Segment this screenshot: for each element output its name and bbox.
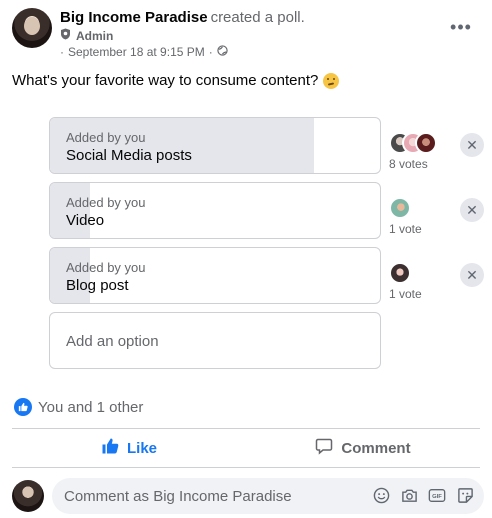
post-header: Big Income Paradise created a poll. Admin… [12,8,482,60]
admin-label: Admin [76,28,114,43]
post-timestamp[interactable]: September 18 at 9:15 PM [68,45,205,59]
comment-composer: Comment as Big Income Paradise GIF [12,478,486,514]
vote-progress-fill [50,248,90,303]
option-label: Video [66,212,105,229]
vote-count[interactable]: 1 vote [389,222,422,236]
divider [12,428,480,429]
composer-icons: GIF [372,486,474,504]
avatar [389,262,411,284]
poll-question: What's your favorite way to consume cont… [12,72,340,89]
like-label: Like [126,439,157,457]
option-meta: Added by you [66,260,146,275]
remove-icon[interactable]: ✕ [460,198,484,222]
admin-badge: Admin [60,28,113,43]
add-option-input[interactable]: Add an option [49,312,381,369]
poll-option-button[interactable]: Added by you Social Media posts [49,117,381,174]
globe-icon[interactable] [217,45,228,59]
sticker-icon[interactable] [456,486,474,504]
option-meta: Added by you [66,130,146,145]
divider [12,467,480,468]
post-meta: · September 18 at 9:15 PM · [60,45,228,59]
remove-icon[interactable]: ✕ [460,133,484,157]
comment-input[interactable]: Comment as Big Income Paradise GIF [52,478,484,514]
like-icon [14,398,32,416]
post-action-text: created a poll. [210,9,305,26]
voter-avatars[interactable] [389,197,459,223]
vote-count[interactable]: 1 vote [389,287,422,301]
question-text: What's your favorite way to consume cont… [12,72,319,89]
avatar[interactable] [12,480,44,512]
more-icon[interactable]: ••• [448,14,474,40]
camera-icon[interactable] [400,486,418,504]
reaction-summary-text: You and 1 other [38,398,144,416]
avatar [389,197,411,219]
avatar [415,132,437,154]
meta-separator: · [60,45,64,59]
like-button[interactable]: Like [12,432,246,464]
post-title-line: Big Income Paradise created a poll. [60,9,305,26]
poll-option: Added by you Blog post 1 vote ✕ [49,247,489,304]
poll-option-button[interactable]: Added by you Video [49,182,381,239]
poll-option: Added by you Social Media posts 8 votes … [49,117,489,174]
voter-avatars[interactable] [389,262,459,288]
gif-icon[interactable]: GIF [428,486,446,504]
post-actions: Like Comment [12,432,480,464]
like-icon [101,437,119,459]
comment-placeholder: Comment as Big Income Paradise [64,487,292,505]
remove-icon[interactable]: ✕ [460,263,484,287]
option-meta: Added by you [66,195,146,210]
poll-option-button[interactable]: Added by you Blog post [49,247,381,304]
vote-progress-fill [50,183,90,238]
option-label: Blog post [66,277,129,294]
option-label: Social Media posts [66,147,192,164]
shield-icon [60,28,71,43]
vote-count[interactable]: 8 votes [389,157,428,171]
reaction-summary[interactable]: You and 1 other [14,398,143,416]
voter-avatars[interactable] [389,132,459,158]
comment-label: Comment [341,439,411,457]
comment-button[interactable]: Comment [246,432,480,464]
thinking-face-icon [323,72,340,89]
poll: Added by you Social Media posts 8 votes … [49,117,489,369]
smiley-icon[interactable] [372,486,390,504]
meta-separator: · [208,45,213,59]
svg-text:GIF: GIF [432,494,442,500]
poll-option: Added by you Video 1 vote ✕ [49,182,489,239]
page-avatar[interactable] [12,8,52,48]
author-name[interactable]: Big Income Paradise [60,9,208,26]
vote-progress-fill [50,118,314,173]
comment-icon [315,437,333,459]
